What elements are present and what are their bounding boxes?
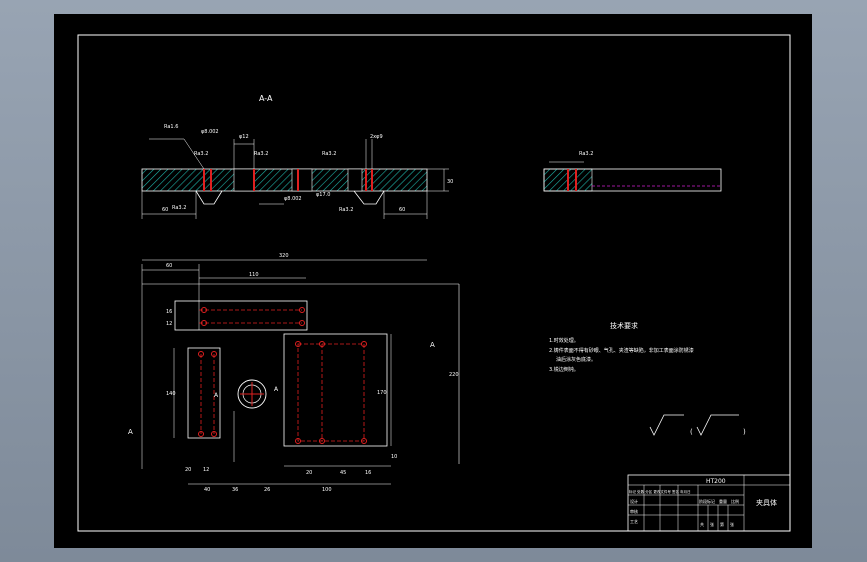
dimension-text: 60 — [399, 207, 405, 213]
roughness-label: Ra3.2 — [339, 207, 353, 213]
section-body — [141, 168, 428, 192]
roughness-label: Ra3.2 — [172, 205, 186, 211]
title-block-row: 设计 — [630, 498, 638, 504]
dimension-text: 60 — [166, 263, 172, 269]
dimension-text: 30 — [447, 179, 453, 185]
dimension-text: 2xφ9 — [370, 134, 383, 140]
right-plate-hole-grid — [297, 343, 365, 442]
title-block-cell: 共 — [700, 521, 704, 527]
dimension-text: 16 — [365, 470, 371, 476]
roughness-label: Ra3.2 — [579, 151, 593, 157]
title-block-row: 标记 处数 分区 更改文件号 签名 年月日 — [629, 489, 691, 494]
view-marker: A — [128, 428, 133, 436]
title-block-cell: 重量 — [719, 498, 727, 504]
plan-view: 320 60 110 16 12 220 A A 140 12 20 A 170… — [128, 253, 460, 493]
dimension-text: 16 — [166, 309, 172, 315]
tech-req-line: 3.锐边倒钝。 — [549, 366, 579, 373]
top-plate — [174, 300, 308, 331]
dimension-text: 20 — [306, 470, 312, 476]
dimension-text: 12 — [166, 321, 172, 327]
title-block-cell: 张 — [710, 521, 714, 527]
dimension-text: φ8.002 — [201, 129, 219, 135]
dimension-text: 36 — [232, 487, 238, 493]
dimension-text: 12 — [203, 467, 209, 473]
dimension-text: 45 — [340, 470, 346, 476]
drawing-canvas: A-A Ra1.6 Ra3.2 Ra3.2 Ra3.2 Ra3.2 Ra3.2 … — [77, 34, 791, 532]
dimension-text: 170 — [377, 390, 387, 396]
title-block-row: 审核 — [630, 508, 638, 514]
tech-req-line: 油后涂灰色底漆。 — [556, 356, 596, 363]
view-marker: A — [430, 341, 435, 349]
title-block: HT200 夹具体 标记 处数 分区 更改文件号 签名 年月日 设计 审核 工艺… — [627, 474, 791, 532]
inner-border — [77, 34, 791, 532]
tech-req-line: 1.时效处理。 — [549, 337, 579, 344]
dimension-text: 40 — [204, 487, 210, 493]
section-label: A-A — [259, 94, 273, 103]
roughness-symbol — [696, 414, 739, 436]
view-marker: A — [274, 386, 279, 393]
dimension-text: 20 — [185, 467, 191, 473]
tech-req-title: 技术要求 — [610, 321, 638, 330]
technical-requirements: 技术要求 1.时效处理。 2.铸件表面不得有砂眼、气孔、夹渣等缺陷，非加工表面涂… — [549, 321, 694, 373]
roughness-label: Ra3.2 — [322, 151, 336, 157]
section-bore-3 — [347, 168, 363, 192]
dimension-text: φ17.0 — [316, 192, 330, 198]
cad-viewport: A-A Ra1.6 Ra3.2 Ra3.2 Ra3.2 Ra3.2 Ra3.2 … — [0, 0, 867, 562]
dimension-text: 320 — [279, 253, 289, 259]
section-bore-2 — [291, 168, 313, 192]
dimension-text: 100 — [322, 487, 332, 493]
right-plate — [283, 333, 388, 447]
dimension-text: 220 — [449, 372, 459, 378]
title-block-cell: 阶段标记 — [699, 498, 715, 504]
side-view: Ra3.2 — [543, 151, 722, 192]
title-block-cell: 张 — [730, 521, 734, 527]
roughness-symbol — [649, 414, 684, 436]
roughness-paren: ( — [690, 428, 693, 436]
roughness-paren: ) — [743, 428, 746, 436]
dimension-text: φ12 — [239, 134, 249, 140]
general-roughness: ( ) — [649, 414, 746, 436]
part-name: 夹具体 — [756, 498, 777, 507]
title-block-row: 工艺 — [630, 519, 638, 524]
dimension-text: 140 — [166, 391, 176, 397]
roughness-label: Ra3.2 — [194, 151, 208, 157]
roughness-label: Ra1.6 — [164, 124, 178, 130]
section-foot-left — [195, 190, 223, 205]
dimension-text: 110 — [249, 272, 259, 278]
dimension-text: 10 — [391, 454, 397, 460]
section-foot-right — [353, 190, 385, 205]
tech-req-line: 2.铸件表面不得有砂眼、气孔、夹渣等缺陷，非加工表面涂防锈漆 — [549, 347, 694, 354]
section-view: A-A Ra1.6 Ra3.2 Ra3.2 Ra3.2 Ra3.2 Ra3.2 … — [141, 94, 453, 219]
drawing-sheet: A-A Ra1.6 Ra3.2 Ra3.2 Ra3.2 Ra3.2 Ra3.2 … — [54, 14, 812, 548]
material-label: HT200 — [706, 478, 726, 485]
section-bore-1 — [233, 168, 255, 192]
dimension-text: φ8.002 — [284, 196, 302, 202]
dimension-text: 60 — [162, 207, 168, 213]
view-marker: A — [214, 392, 219, 399]
roughness-label: Ra3.2 — [254, 151, 268, 157]
title-block-cell: 第 — [720, 521, 724, 527]
title-block-cell: 比例 — [731, 498, 739, 504]
dimension-text: 26 — [264, 487, 270, 493]
